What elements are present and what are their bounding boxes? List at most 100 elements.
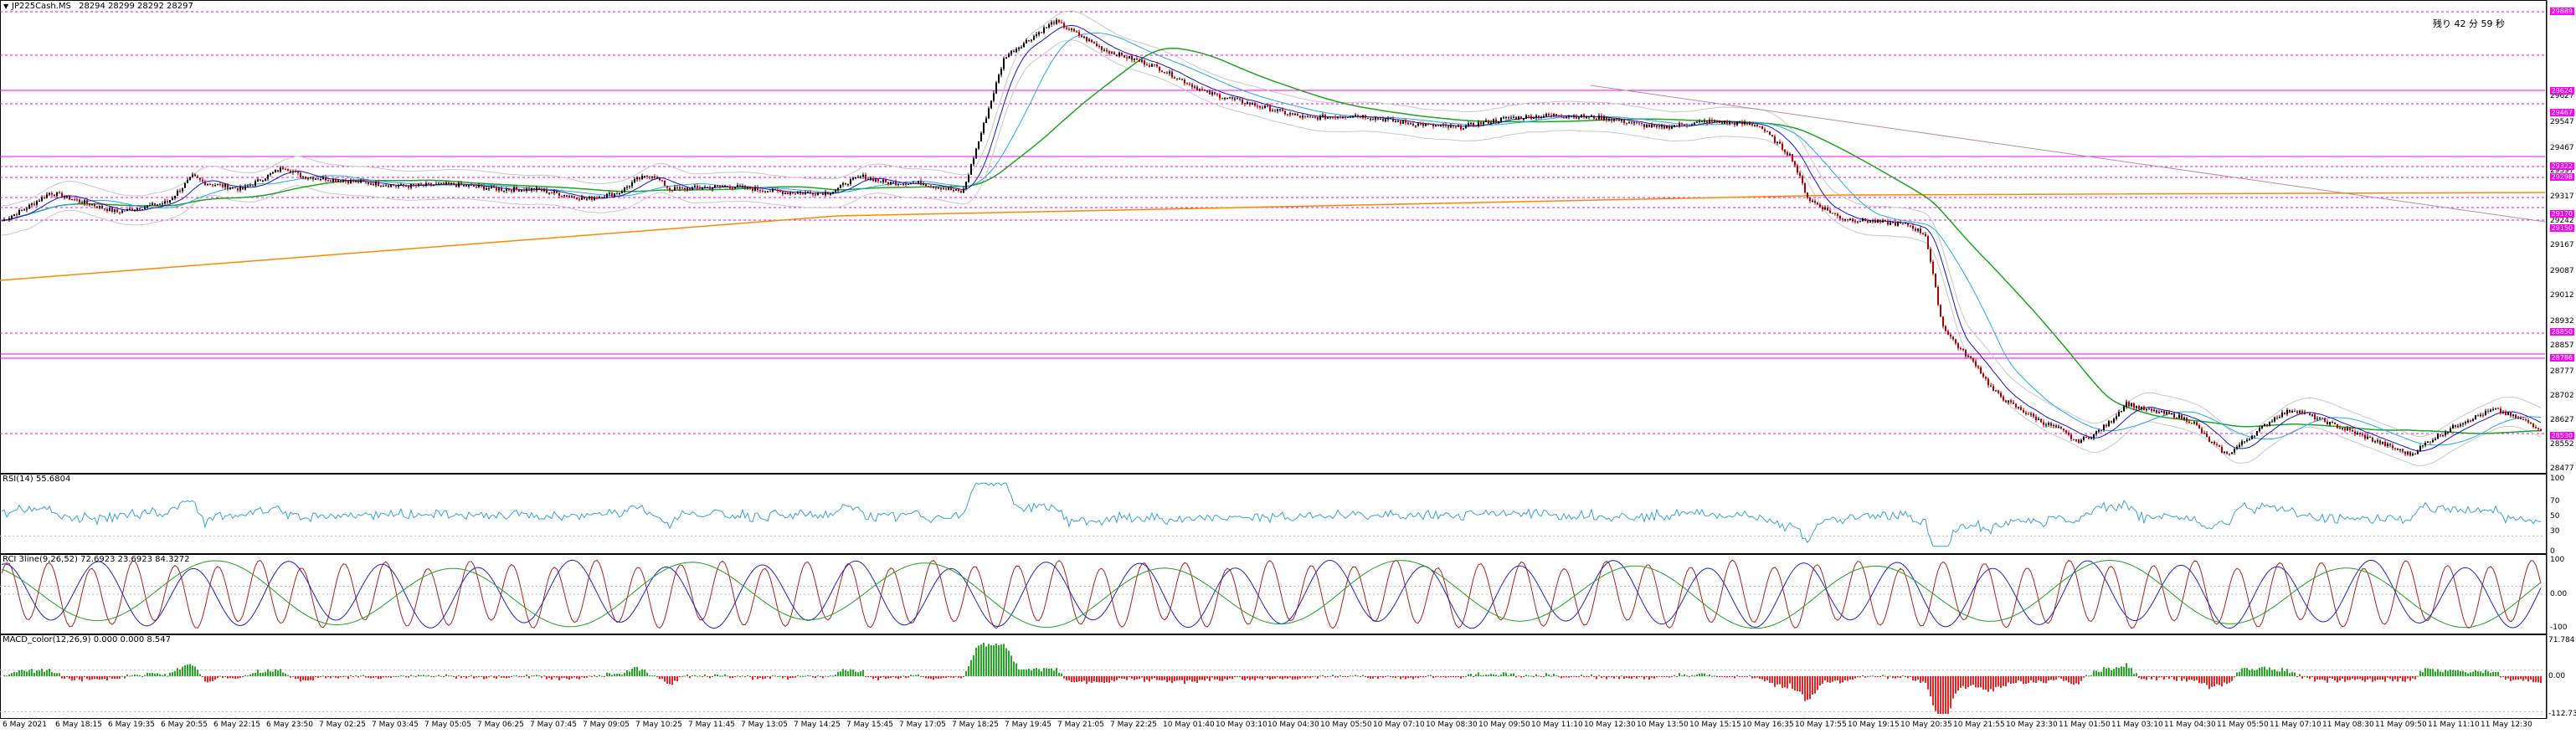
- candle-body: [1701, 121, 1703, 122]
- macd-bar: [709, 676, 711, 679]
- macd-bar: [1721, 676, 1723, 677]
- macd-bar: [1681, 675, 1683, 677]
- macd-bar: [478, 676, 480, 677]
- macd-bar: [2259, 667, 2260, 676]
- macd-bar: [1204, 676, 1206, 681]
- candle-body: [1603, 116, 1605, 121]
- macd-bar: [789, 676, 791, 679]
- candle-body: [1990, 385, 1992, 387]
- candle-body: [189, 177, 191, 181]
- candle-body: [1051, 22, 1052, 25]
- candle-body: [1952, 336, 1954, 340]
- macd-bar: [277, 670, 279, 676]
- macd-bar: [958, 676, 959, 678]
- macd-bar: [1186, 676, 1188, 681]
- macd-bar: [1252, 676, 1253, 680]
- macd-bar: [2048, 676, 2049, 680]
- macd-bar: [2266, 670, 2268, 676]
- macd-bar: [470, 675, 472, 676]
- macd-bar: [604, 676, 605, 677]
- chart-menu-triangle-icon[interactable]: ▼: [3, 3, 8, 10]
- candle-body: [154, 203, 156, 206]
- candle-body: [1111, 52, 1113, 54]
- candle-body: [1633, 121, 1635, 124]
- macd-bar: [810, 675, 811, 677]
- price-axis-label: 29317: [2550, 192, 2574, 201]
- macd-bar: [1987, 676, 1989, 692]
- macd-bar: [531, 675, 532, 677]
- candle-body: [1515, 116, 1517, 120]
- candle-body: [237, 188, 239, 191]
- macd-bar: [594, 675, 595, 676]
- macd-bar: [2502, 676, 2504, 677]
- macd-bar: [1671, 676, 1673, 677]
- macd-axis-label: 71.784: [2548, 636, 2575, 644]
- time-axis-label: 10 May 16:35: [1742, 721, 1794, 729]
- candle-body: [116, 209, 118, 213]
- candle-body: [501, 187, 502, 191]
- macd-bar: [1324, 676, 1326, 678]
- candle-body: [1410, 123, 1411, 125]
- macd-bar: [1666, 676, 1668, 677]
- macd-bar: [2023, 676, 2024, 685]
- macd-bar: [239, 676, 241, 678]
- macd-bar: [1332, 675, 1334, 676]
- candle-body: [1628, 122, 1630, 124]
- candle-body: [1935, 273, 1936, 287]
- candle-body: [1523, 118, 1525, 120]
- candle-body: [1505, 116, 1507, 118]
- macd-bar: [2116, 667, 2117, 676]
- candle-body: [71, 199, 73, 201]
- macd-bar: [252, 673, 254, 676]
- macd-bar: [2113, 669, 2115, 676]
- candle-body: [800, 192, 801, 193]
- candle-body: [2271, 421, 2273, 423]
- macd-bar: [1350, 675, 1351, 677]
- candle-body: [1347, 116, 1349, 118]
- macd-bar: [1395, 676, 1396, 678]
- candle-body: [66, 195, 68, 198]
- macd-bar: [1812, 676, 1813, 695]
- macd-bar: [2151, 676, 2152, 680]
- macd-bar: [990, 644, 992, 676]
- macd-bar: [2093, 670, 2095, 676]
- macd-bar: [739, 676, 741, 677]
- macd-bar: [450, 675, 452, 677]
- macd-bar: [1292, 676, 1293, 680]
- macd-bar: [285, 673, 286, 676]
- candle-body: [1226, 97, 1228, 99]
- macd-bar: [518, 676, 520, 677]
- macd-bar: [722, 675, 723, 677]
- candle-body: [993, 93, 995, 101]
- macd-bar: [2334, 676, 2336, 680]
- macd-bar: [611, 675, 613, 676]
- candle-body: [1131, 55, 1133, 60]
- macd-bar: [707, 675, 708, 677]
- candle-body: [1550, 115, 1552, 116]
- candle-body: [1473, 122, 1474, 126]
- candle-body: [420, 183, 422, 185]
- macd-bar: [1420, 676, 1422, 677]
- candle-body: [1063, 23, 1065, 28]
- chart-canvas[interactable]: [0, 0, 2576, 736]
- macd-bar: [340, 676, 342, 678]
- candle-body: [840, 184, 841, 188]
- macd-bar: [1309, 676, 1311, 679]
- candle-body: [2457, 426, 2459, 428]
- macd-bar: [257, 670, 259, 676]
- macd-bar: [1435, 676, 1437, 678]
- candle-body: [1101, 46, 1103, 50]
- candle-body: [1061, 22, 1062, 23]
- candle-body: [1219, 94, 1221, 99]
- candle-body: [46, 194, 48, 198]
- macd-bar: [2050, 676, 2052, 680]
- macd-bar: [872, 676, 874, 680]
- macd-bar: [2123, 666, 2125, 676]
- macd-bar: [295, 676, 296, 680]
- macd-bar: [91, 676, 93, 680]
- macd-bar: [774, 675, 776, 677]
- macd-bar: [312, 676, 314, 681]
- macd-bar: [1385, 676, 1386, 677]
- macd-bar: [1643, 676, 1645, 680]
- candle-body: [1033, 35, 1035, 40]
